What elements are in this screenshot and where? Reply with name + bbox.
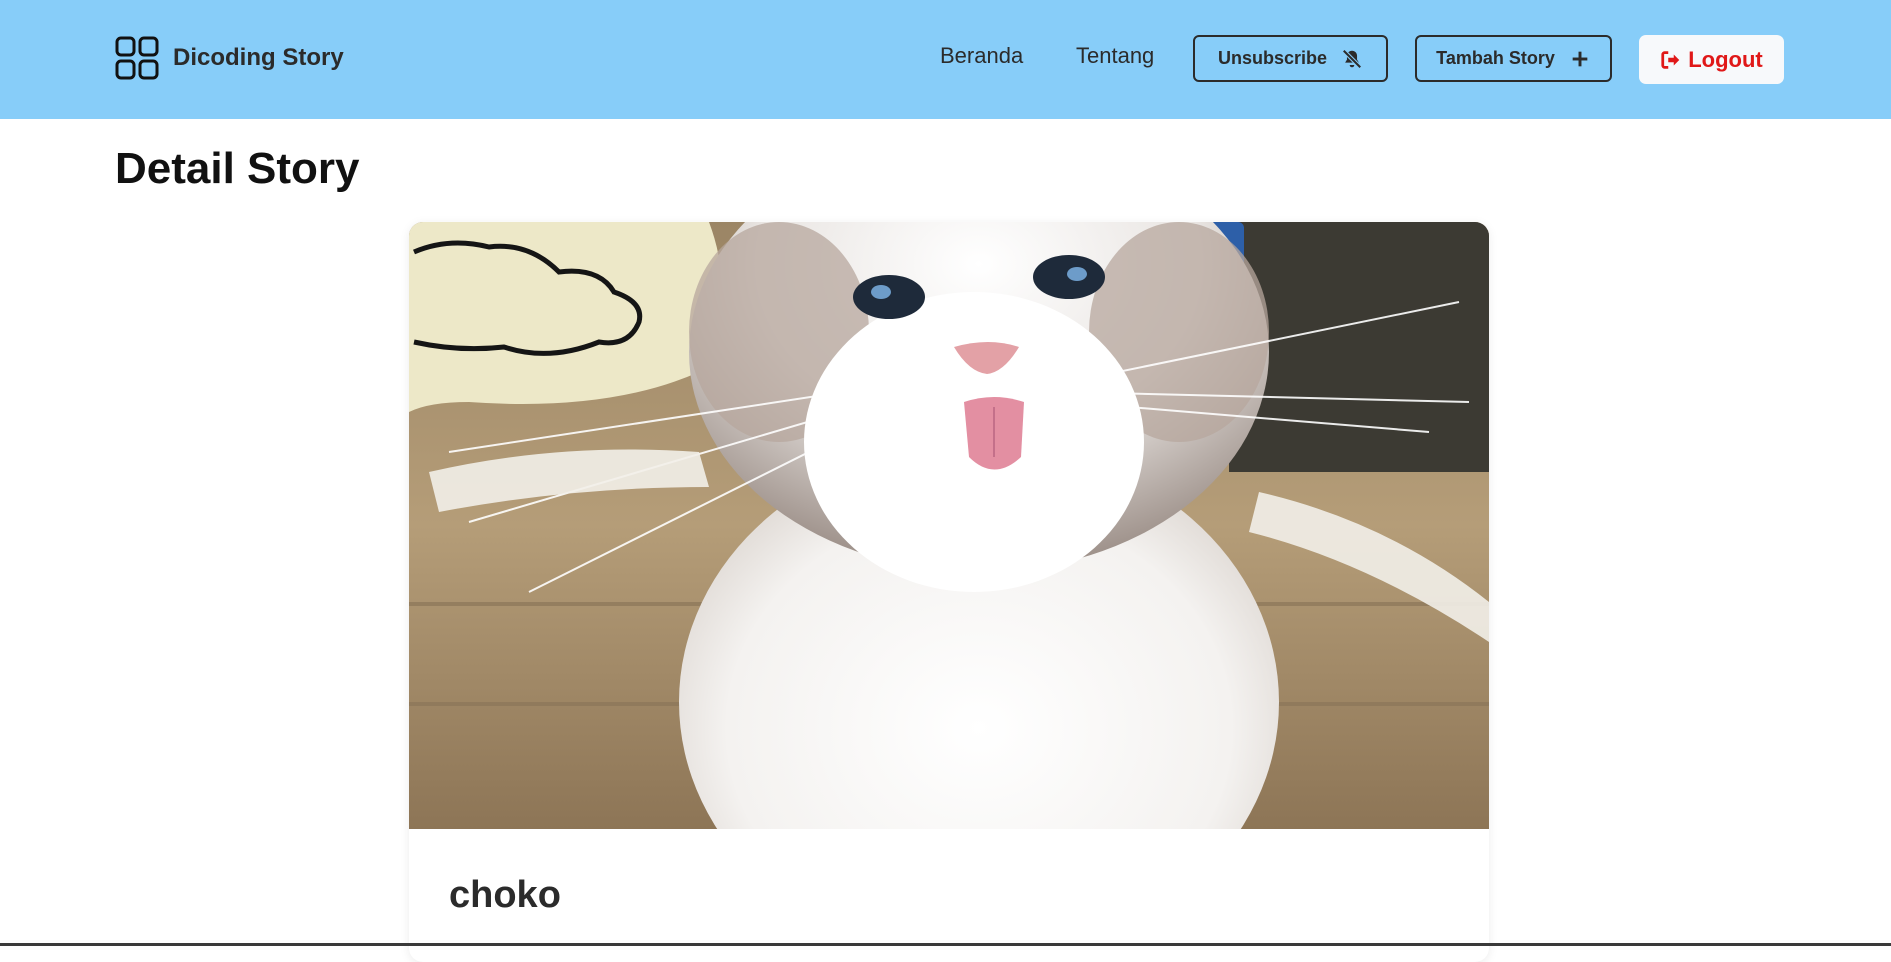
grid-apps-icon <box>115 36 159 80</box>
plus-icon <box>1572 51 1588 66</box>
story-card: choko <box>409 222 1489 962</box>
brand-link[interactable]: Dicoding Story <box>115 36 344 80</box>
bell-slash-icon <box>1342 48 1362 69</box>
sign-out-icon <box>1661 50 1680 69</box>
page-title: Detail Story <box>115 144 360 193</box>
add-story-label: Tambah Story <box>1436 48 1555 68</box>
add-story-button[interactable]: Tambah Story <box>1415 35 1612 82</box>
unsubscribe-button[interactable]: Unsubscribe <box>1193 35 1388 82</box>
story-photo <box>409 222 1489 829</box>
nav-link-tentang[interactable]: Tentang <box>1076 43 1154 69</box>
app-header: Dicoding Story Beranda Tentang Unsubscri… <box>0 0 1891 119</box>
unsubscribe-label: Unsubscribe <box>1217 48 1328 68</box>
brand-name: Dicoding Story <box>173 44 344 71</box>
nav-link-beranda[interactable]: Beranda <box>940 43 1023 69</box>
logout-label: Logout <box>1688 46 1763 72</box>
logout-button[interactable]: Logout <box>1639 35 1784 84</box>
story-author-name: choko <box>449 874 561 916</box>
